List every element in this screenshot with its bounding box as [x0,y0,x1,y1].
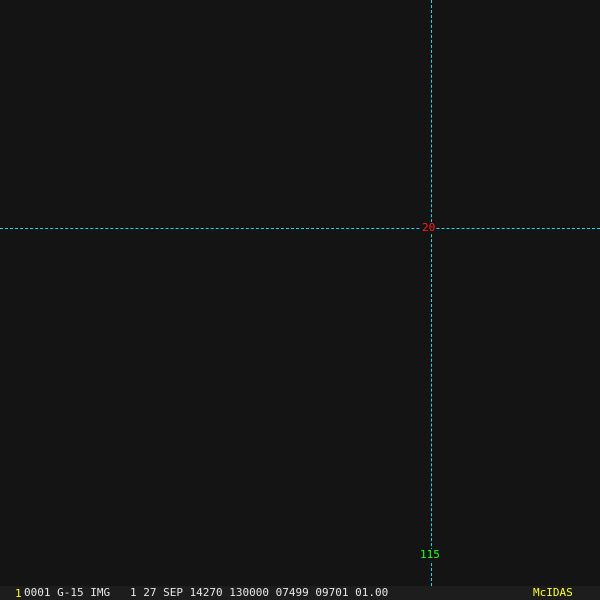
latitude-grid-line [0,228,600,229]
latitude-label: 20 [421,221,437,234]
longitude-label: 115 [419,548,441,561]
frame-number: 1 [15,587,22,600]
status-bar: 1 0001 G-15 IMG 1 27 SEP 14270 130000 07… [0,586,600,600]
satellite-image-display[interactable]: 20 115 1 0001 G-15 IMG 1 27 SEP 14270 13… [0,0,600,600]
image-info: 0001 G-15 IMG 1 27 SEP 14270 130000 0749… [24,586,389,599]
mcidas-brand: McIDAS [533,586,573,599]
longitude-grid-line [431,0,432,586]
